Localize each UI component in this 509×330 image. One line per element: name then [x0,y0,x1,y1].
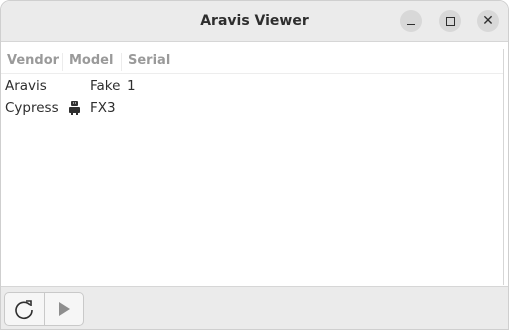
maximize-icon [445,16,455,26]
camera-icon [69,101,80,115]
toolbar-button-group [4,292,84,326]
close-icon: ✕ [482,13,494,29]
column-serial[interactable]: Serial [128,49,170,73]
title-bar[interactable]: Aravis Viewer ✕ [1,1,508,42]
column-separator [62,53,63,71]
vendor-cell: Aravis [5,78,47,94]
column-model[interactable]: Model [69,49,113,73]
bottom-toolbar [1,286,508,329]
model-cell: Fake [90,78,121,94]
maximize-button[interactable] [439,10,461,32]
column-separator [121,53,122,71]
model-cell: FX3 [90,100,116,116]
table-row[interactable]: Aravis Fake 1 [1,75,503,97]
minimize-icon [407,24,415,25]
vendor-cell: Cypress [5,100,59,116]
refresh-icon [15,300,34,320]
column-vendor[interactable]: Vendor [7,49,59,73]
table-row[interactable]: Cypress FX3 [1,97,503,119]
app-window: Aravis Viewer ✕ Vendor Model Serial Arav… [0,0,509,330]
start-button[interactable] [43,293,84,325]
window-title: Aravis Viewer [200,13,309,29]
close-button[interactable]: ✕ [477,10,499,32]
refresh-button[interactable] [5,293,44,325]
minimize-button[interactable] [400,10,422,32]
play-icon [58,302,70,316]
camera-list[interactable]: Vendor Model Serial Aravis Fake 1 Cypres… [1,49,504,285]
column-header: Vendor Model Serial [1,49,503,74]
serial-cell: 1 [127,78,136,94]
